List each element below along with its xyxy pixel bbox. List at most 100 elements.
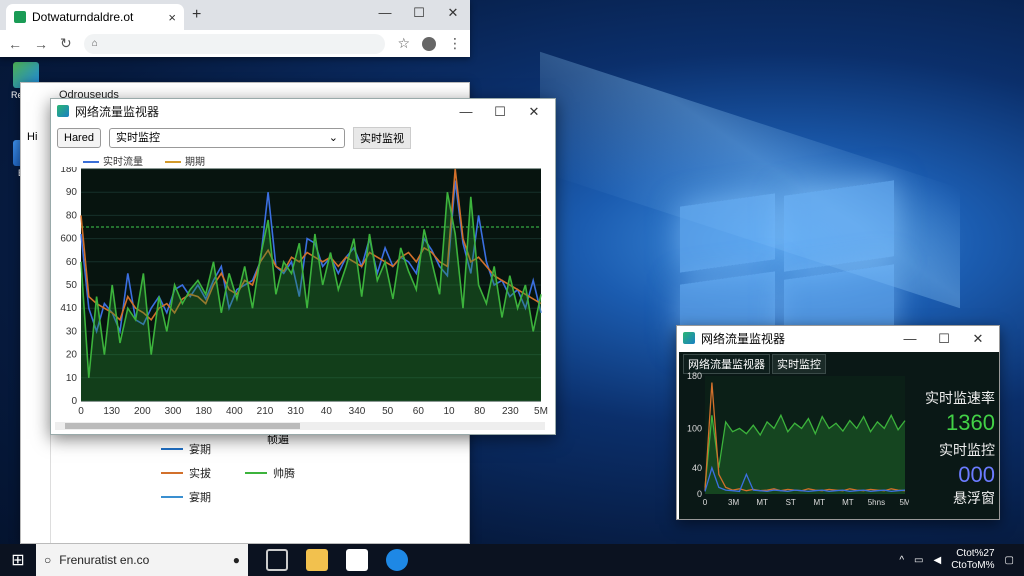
- x-tick-label: 10: [443, 406, 455, 417]
- browser-window: Dotwaturndaldre.ot × + — ☐ ✕ ← → ↻ ⌂ ☆ ⋮: [0, 0, 470, 57]
- y-tick-label: 410: [60, 303, 77, 314]
- reload-icon[interactable]: ↻: [60, 35, 72, 52]
- task-view-icon[interactable]: [266, 549, 288, 571]
- realtime-monitor-button[interactable]: 实时监视: [352, 127, 411, 149]
- minimize-button[interactable]: —: [893, 328, 927, 350]
- address-bar[interactable]: ⌂: [83, 33, 386, 54]
- legend-swatch: [83, 160, 99, 163]
- traffic-line-chart: 0 10 20 30 410 50 60 600 80 90 180 0 130 200 300 180 400…: [60, 167, 548, 417]
- legend-label: 期期: [185, 156, 205, 168]
- forward-icon[interactable]: →: [34, 36, 48, 52]
- browser-toolbar: ← → ↻ ⌂ ☆ ⋮: [0, 30, 470, 57]
- store-icon[interactable]: [346, 549, 368, 571]
- new-tab-button[interactable]: +: [192, 6, 201, 24]
- maximize-button[interactable]: ☐: [402, 2, 436, 24]
- search-text: Frenuratist en.co: [59, 553, 150, 567]
- legend-swatch: [245, 472, 267, 474]
- x-tick-label: MT: [756, 498, 768, 507]
- x-tick-label: 60: [413, 406, 425, 417]
- legend-item: 实拔 帅腾: [161, 465, 295, 481]
- close-button[interactable]: ✕: [961, 328, 995, 350]
- file-explorer-icon[interactable]: [306, 549, 328, 571]
- minimize-button[interactable]: —: [368, 2, 402, 24]
- interface-button[interactable]: Hared: [57, 128, 101, 148]
- clock-date: CtoToM%: [951, 560, 995, 571]
- stat-value-monitor: 000: [958, 462, 995, 487]
- minimize-button[interactable]: —: [449, 101, 483, 123]
- scrollbar-thumb[interactable]: [65, 423, 300, 429]
- x-tick-label: 40: [321, 406, 333, 417]
- favicon-icon: [14, 11, 26, 23]
- start-button[interactable]: ⊞: [0, 550, 36, 570]
- windows-logo-wallpaper: [680, 180, 900, 348]
- mode-select[interactable]: 实时监控 ⌄: [108, 128, 345, 148]
- mode-select-value: 实时监控: [115, 132, 160, 144]
- x-tick-label: MT: [842, 498, 854, 507]
- legend-label: 帅腾: [273, 468, 295, 480]
- floating-tab[interactable]: 实时监控: [772, 354, 826, 374]
- window-title: 网络流量监视器: [75, 104, 160, 119]
- menu-icon[interactable]: ⋮: [448, 35, 462, 52]
- background-window-sidebar: [21, 123, 51, 543]
- x-tick-label: 0: [78, 406, 84, 417]
- y-tick-label: 40: [692, 463, 702, 473]
- clock-time: Ctot%27: [956, 548, 995, 559]
- background-legend: 宴期 实拔 帅腾 宴期: [161, 441, 295, 513]
- floating-panel: 网络流量监视器 实时监控 0 40 100 180 0 3M MT ST MT MT 5hns 5M …: [679, 352, 999, 519]
- x-tick-label: 200: [134, 406, 151, 417]
- legend-item: 实时流量: [83, 153, 143, 168]
- microphone-icon[interactable]: ●: [233, 553, 240, 567]
- x-tick-label: 3M: [728, 498, 739, 507]
- legend-swatch: [161, 496, 183, 498]
- x-tick-label: 230: [502, 406, 519, 417]
- legend-label: 宴期: [189, 492, 211, 504]
- notification-icon[interactable]: ▢: [1005, 555, 1014, 566]
- legend-label: 实拔: [189, 468, 211, 480]
- background-window-tab[interactable]: Hi: [27, 131, 37, 143]
- x-tick-label: 300: [165, 406, 182, 417]
- star-icon[interactable]: ☆: [397, 35, 410, 52]
- floating-titlebar: 网络流量监视器 — ☐ ✕: [677, 326, 999, 350]
- x-tick-label: 310: [287, 406, 304, 417]
- monitor-toolbar: Hared 实时监控 ⌄ 实时监视: [51, 123, 555, 153]
- x-tick-label: 5M: [534, 406, 548, 417]
- legend-item: 宴期: [161, 489, 295, 505]
- legend-item: 宴期: [161, 441, 295, 457]
- stat-value-rate: 1360: [946, 410, 995, 435]
- clock[interactable]: Ctot%27 CtoToM%: [951, 548, 994, 572]
- y-tick-label: 90: [66, 187, 78, 198]
- x-tick-label: ST: [786, 498, 796, 507]
- close-button[interactable]: ✕: [436, 2, 470, 24]
- window-titlebar: 网络流量监视器 — ☐ ✕: [51, 99, 555, 123]
- floating-footer-label: 悬浮窗: [953, 490, 995, 506]
- app-icon: [683, 332, 695, 344]
- browser-tab-title: Dotwaturndaldre.ot: [32, 10, 134, 24]
- maximize-button[interactable]: ☐: [483, 101, 517, 123]
- stat-label: 实时监速率: [925, 390, 995, 406]
- volume-icon[interactable]: ◀: [933, 555, 941, 566]
- system-tray: ^ ▭ ◀ Ctot%27 CtoToM% ▢: [899, 548, 1024, 572]
- x-tick-label: 130: [103, 406, 120, 417]
- y-tick-label: 0: [71, 396, 77, 407]
- network-monitor-window: 网络流量监视器 — ☐ ✕ Hared 实时监控 ⌄ 实时监视 实时流量 期期 …: [50, 98, 556, 435]
- tray-expand-icon[interactable]: ^: [899, 555, 904, 566]
- monitor-app-taskbar-icon[interactable]: [386, 549, 408, 571]
- y-tick-label: 180: [60, 167, 77, 175]
- y-tick-label: 10: [66, 373, 78, 384]
- browser-tab[interactable]: Dotwaturndaldre.ot ×: [6, 4, 184, 30]
- network-icon[interactable]: ▭: [914, 555, 923, 566]
- profile-avatar-icon[interactable]: [422, 36, 436, 51]
- tab-close-icon[interactable]: ×: [168, 10, 176, 25]
- y-tick-label: 0: [697, 489, 702, 499]
- close-button[interactable]: ✕: [517, 101, 551, 123]
- x-tick-label: 400: [226, 406, 243, 417]
- maximize-button[interactable]: ☐: [927, 328, 961, 350]
- horizontal-scrollbar[interactable]: [55, 422, 545, 430]
- legend-swatch: [165, 160, 181, 163]
- home-icon: ⌂: [91, 37, 98, 49]
- y-tick-label: 180: [687, 372, 702, 381]
- taskbar-search[interactable]: ○ Frenuratist en.co ●: [36, 544, 248, 576]
- floating-tab[interactable]: 网络流量监视器: [683, 354, 770, 374]
- back-icon[interactable]: ←: [8, 36, 22, 52]
- y-tick-label: 100: [687, 423, 702, 433]
